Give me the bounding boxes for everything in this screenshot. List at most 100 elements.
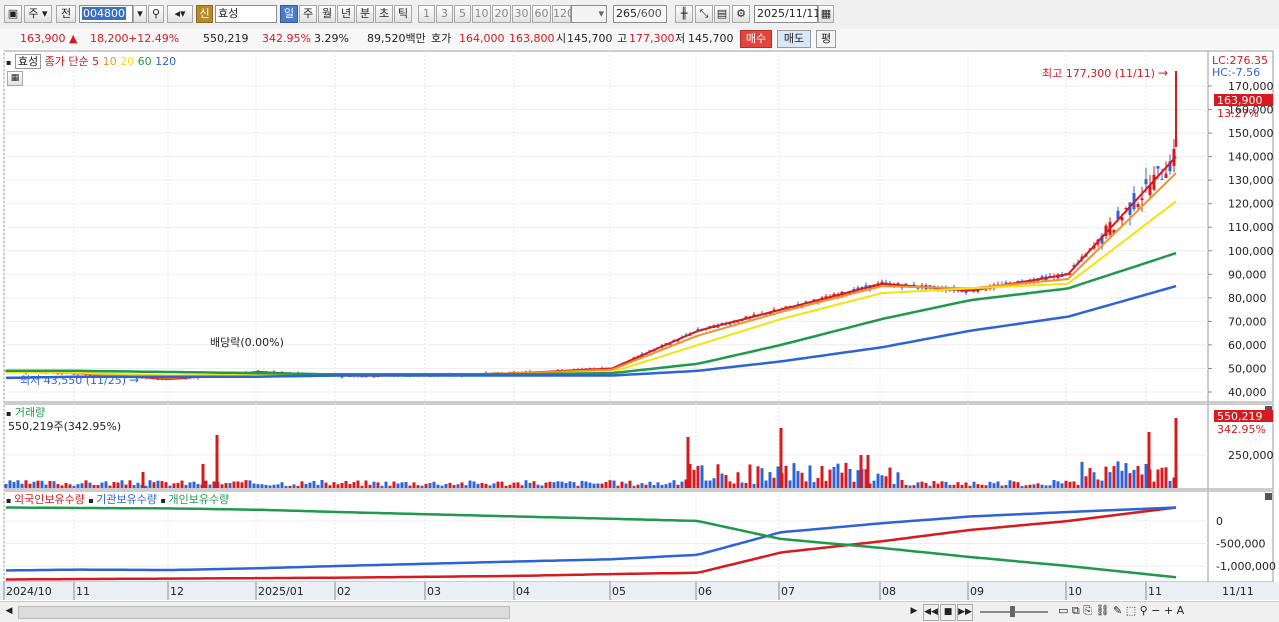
- volume-bar: [552, 482, 556, 488]
- volume-bar-spike: [1147, 432, 1151, 488]
- x-tick-label: 04: [516, 585, 530, 598]
- volume-bar: [360, 485, 364, 488]
- custom-interval-select[interactable]: ▾: [571, 5, 607, 23]
- holdings-legend-1[interactable]: 기관보유수량: [96, 493, 160, 506]
- period-tab-3[interactable]: 년: [337, 5, 355, 23]
- interval-button-5[interactable]: 5: [454, 5, 471, 23]
- volume-bar: [1092, 472, 1096, 488]
- chart-area[interactable]: 2024/10 11 12 2025/01 02 03 04 05 06 07 08 09 10 11 11…: [0, 49, 1279, 621]
- period-tab-5[interactable]: 초: [375, 5, 393, 23]
- period-tab-2[interactable]: 월: [318, 5, 336, 23]
- volume-bar: [228, 483, 232, 488]
- candle-body: [984, 289, 988, 291]
- volume-bar: [984, 485, 988, 488]
- stock-name-field[interactable]: 효성: [215, 5, 277, 23]
- layout-icon[interactable]: ▭: [1058, 604, 1068, 617]
- volume-bar: [256, 484, 260, 488]
- volume-bar: [696, 466, 700, 488]
- holdings-legend-0[interactable]: 외국인보유수량: [14, 493, 88, 506]
- window-menu-icon[interactable]: ▣: [4, 5, 22, 23]
- period-tab-4[interactable]: 분: [356, 5, 374, 23]
- volume-bar: [100, 482, 104, 488]
- interval-button-1[interactable]: 1: [418, 5, 435, 23]
- font-icon[interactable]: A: [1177, 604, 1185, 617]
- volume-bar: [392, 481, 396, 488]
- speaker-icon[interactable]: ◂▾: [167, 5, 193, 23]
- volume-bar: [432, 481, 436, 488]
- scroll-left-icon[interactable]: ◀: [3, 605, 15, 618]
- zoom-region-icon[interactable]: ⧉: [1072, 604, 1080, 617]
- candle-body: [1140, 198, 1144, 200]
- scroll-right-icon[interactable]: ▶: [907, 604, 921, 619]
- type-select[interactable]: 주 ▾: [24, 5, 52, 23]
- x-tick-label: 11: [1148, 585, 1162, 598]
- volume-bar: [920, 481, 924, 488]
- date-field[interactable]: 2025/11/11: [754, 5, 820, 23]
- price-tick-label: 70,000: [1228, 315, 1267, 328]
- volume-bar: [408, 485, 412, 488]
- play-icon[interactable]: ▶▶: [957, 604, 973, 621]
- link-icon[interactable]: ⛓: [1096, 604, 1110, 617]
- zoom-slider-handle[interactable]: [1010, 606, 1015, 617]
- volume-bar: [112, 481, 116, 488]
- interval-button-10[interactable]: 10: [472, 5, 491, 23]
- rewind-icon[interactable]: ◀◀: [923, 604, 939, 621]
- period-tab-1[interactable]: 주: [299, 5, 317, 23]
- copy-icon[interactable]: ⎘: [1083, 604, 1092, 617]
- data-count-field[interactable]: 265/600: [613, 5, 667, 23]
- volume-bar: [1004, 484, 1008, 488]
- horizontal-scrollbar[interactable]: [18, 606, 510, 619]
- interval-button-30[interactable]: 30: [512, 5, 531, 23]
- legend-stock-name[interactable]: 효성: [14, 54, 42, 69]
- volume-bar: [1032, 484, 1036, 488]
- chevron-down-icon[interactable]: ▾: [133, 5, 147, 23]
- stock-code-input[interactable]: 004800: [79, 5, 133, 23]
- buy-button[interactable]: 매수: [740, 30, 772, 48]
- zoom-icon[interactable]: ⚲: [1140, 604, 1148, 617]
- table-icon[interactable]: ▦: [7, 71, 23, 86]
- legend-ma-periods: 5 10 20 60 120: [92, 55, 176, 68]
- volume-bar: [352, 482, 356, 488]
- fit-icon[interactable]: ⬚: [1126, 604, 1136, 617]
- volume-bar: [1160, 467, 1164, 488]
- candle-type-icon[interactable]: ╫: [675, 5, 693, 23]
- save-icon[interactable]: ▤: [714, 5, 730, 23]
- volume-bar-spike: [859, 455, 863, 488]
- volume-bar: [548, 481, 552, 488]
- plus-icon[interactable]: +: [1164, 604, 1173, 617]
- legend-ma-60[interactable]: 60: [138, 55, 156, 68]
- period-tab-0[interactable]: 일: [280, 5, 298, 23]
- legend-ma-5[interactable]: 5: [92, 55, 103, 68]
- minus-icon[interactable]: −: [1151, 604, 1160, 617]
- average-button[interactable]: 평: [816, 30, 836, 48]
- legend-ma-20[interactable]: 20: [120, 55, 138, 68]
- volume-bar: [340, 482, 344, 488]
- legend-ma-type[interactable]: 종가 단순: [45, 55, 89, 68]
- pin-icon[interactable]: ✎: [1113, 604, 1122, 617]
- search-icon[interactable]: ⚲: [148, 5, 164, 23]
- volume-bar: [452, 485, 456, 488]
- volume-bar: [1164, 467, 1168, 488]
- legend-ma-10[interactable]: 10: [103, 55, 121, 68]
- interval-button-60[interactable]: 60: [532, 5, 551, 23]
- interval-button-20[interactable]: 20: [492, 5, 511, 23]
- count-total: /600: [637, 7, 662, 20]
- calendar-icon[interactable]: ▦: [818, 5, 834, 23]
- stop-icon[interactable]: ■: [940, 604, 956, 621]
- volume-bar: [1152, 481, 1156, 488]
- legend-ma-120[interactable]: 120: [155, 55, 176, 68]
- volume-bar: [1112, 466, 1116, 488]
- gear-icon[interactable]: ⚙: [732, 5, 750, 23]
- interval-button-3[interactable]: 3: [436, 5, 453, 23]
- period-tab-6[interactable]: 틱: [394, 5, 412, 23]
- volume-bar: [536, 484, 540, 488]
- holdings-close-icon: [1265, 493, 1272, 500]
- interval-button-120[interactable]: 120: [552, 5, 574, 23]
- volume-bar: [776, 466, 780, 488]
- holdings-legend-2[interactable]: 개인보유수량: [168, 493, 229, 506]
- volume-bar: [304, 483, 308, 488]
- price-tick-label: 60,000: [1228, 339, 1267, 352]
- draw-tool-icon[interactable]: ⤡: [695, 5, 713, 23]
- prev-button[interactable]: 전: [56, 5, 76, 23]
- sell-button[interactable]: 매도: [777, 30, 811, 48]
